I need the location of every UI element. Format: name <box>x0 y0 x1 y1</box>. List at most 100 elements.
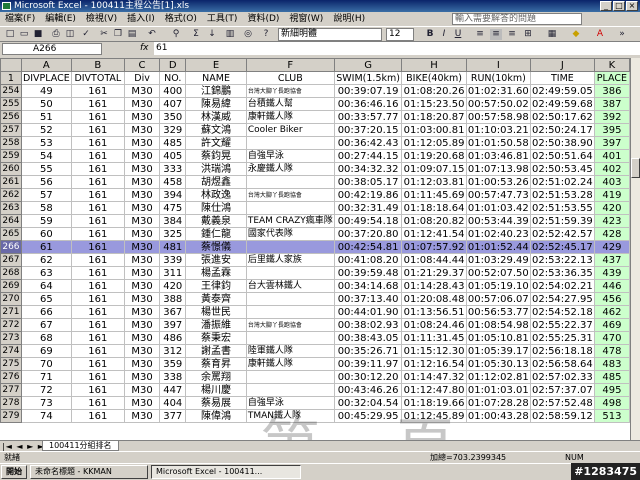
cell-place[interactable]: 401 <box>593 149 630 163</box>
cell-place[interactable]: 462 <box>593 305 630 319</box>
cell-div[interactable]: M30 <box>123 266 161 280</box>
cell-no[interactable]: 339 <box>159 253 187 267</box>
cell-club[interactable] <box>245 370 335 384</box>
cell-divtotal[interactable]: 161 <box>70 266 125 280</box>
cell-run[interactable]: 00:52:07.50 <box>465 266 531 280</box>
cell-time[interactable]: 02:50:53.45 <box>529 162 595 176</box>
cell-swim[interactable]: 00:49:54.18 <box>333 214 403 228</box>
cell-no[interactable]: 420 <box>159 279 187 293</box>
cell-divplace[interactable]: 60 <box>20 227 72 241</box>
cell-div[interactable]: M30 <box>123 227 161 241</box>
cell-place[interactable]: 485 <box>593 370 630 384</box>
cell-place[interactable]: 395 <box>593 123 630 137</box>
cut-icon[interactable]: ✂ <box>98 29 110 40</box>
menu-help[interactable]: 說明(H) <box>328 12 370 26</box>
cell-div[interactable]: M30 <box>123 136 161 150</box>
cell-no[interactable]: 407 <box>159 97 187 111</box>
column-header-a[interactable]: A <box>20 58 72 72</box>
align-right-icon[interactable]: ≡ <box>506 29 518 40</box>
cell-time[interactable]: 02:51:53.55 <box>529 201 595 215</box>
cell-swim[interactable]: 00:43:46.26 <box>333 383 403 397</box>
row-header[interactable]: 256 <box>0 110 22 124</box>
row-header[interactable]: 275 <box>0 357 22 371</box>
cell-div[interactable]: M30 <box>123 305 161 319</box>
cell-no[interactable]: 311 <box>159 266 187 280</box>
task-excel[interactable]: Microsoft Excel - 100411... <box>151 465 301 479</box>
cell-place[interactable]: 429 <box>593 240 630 254</box>
cell-swim[interactable]: 00:34:32.32 <box>333 162 403 176</box>
row-header[interactable]: 1 <box>0 71 22 85</box>
cell-name[interactable]: 楊世民 <box>185 305 247 319</box>
cell-divtotal[interactable]: 161 <box>70 149 125 163</box>
merge-center-icon[interactable]: ⊞ <box>522 29 534 40</box>
cell-run[interactable]: 01:10:03.21 <box>465 123 531 137</box>
fill-color-icon[interactable]: ◆ <box>570 29 582 40</box>
cell-time[interactable]: 02:52:42.57 <box>529 227 595 241</box>
font-color-icon[interactable]: A <box>594 29 606 40</box>
column-header-j[interactable]: J <box>529 58 595 72</box>
cell-time[interactable]: 02:54:52.18 <box>529 305 595 319</box>
cell-no[interactable]: 367 <box>159 305 187 319</box>
header-cell-bike[interactable]: BIKE(40km) <box>401 71 467 85</box>
cell-divplace[interactable]: 62 <box>20 253 72 267</box>
cell-bike[interactable]: 01:19:20.68 <box>401 149 467 163</box>
cell-no[interactable]: 384 <box>159 214 187 228</box>
cell-div[interactable]: M30 <box>123 97 161 111</box>
cell-run[interactable]: 00:57:06.07 <box>465 292 531 306</box>
cell-bike[interactable]: 01:14:47.32 <box>401 370 467 384</box>
cell-club[interactable]: 康軒鐵人隊 <box>245 110 335 124</box>
cell-place[interactable]: 439 <box>593 266 630 280</box>
cell-time[interactable]: 02:58:59.12 <box>529 409 595 423</box>
cell-divtotal[interactable]: 161 <box>70 123 125 137</box>
cell-divplace[interactable]: 52 <box>20 123 72 137</box>
chart-icon[interactable]: ▥ <box>224 29 236 40</box>
cell-time[interactable]: 02:50:38.90 <box>529 136 595 150</box>
cell-run[interactable]: 01:03:29.49 <box>465 253 531 267</box>
row-header[interactable]: 273 <box>0 331 22 345</box>
cell-div[interactable]: M30 <box>123 175 161 189</box>
cell-time[interactable]: 02:52:45.17 <box>529 240 595 254</box>
cell-bike[interactable]: 01:08:20.82 <box>401 214 467 228</box>
cell-club[interactable] <box>245 292 335 306</box>
cell-club[interactable] <box>245 201 335 215</box>
cell-div[interactable]: M30 <box>123 149 161 163</box>
cell-run[interactable]: 01:01:52.44 <box>465 240 531 254</box>
cell-no[interactable]: 329 <box>159 123 187 137</box>
cell-divtotal[interactable]: 161 <box>70 175 125 189</box>
cell-div[interactable]: M30 <box>123 123 161 137</box>
cell-div[interactable]: M30 <box>123 357 161 371</box>
cell-div[interactable]: M30 <box>123 318 161 332</box>
menu-file[interactable]: 檔案(F) <box>0 12 40 26</box>
cell-divtotal[interactable]: 161 <box>70 214 125 228</box>
cell-run[interactable]: 00:57:58.98 <box>465 110 531 124</box>
cell-divplace[interactable]: 49 <box>20 84 72 98</box>
cell-club[interactable]: 康軒鐵人隊 <box>245 357 335 371</box>
cell-bike[interactable]: 01:07:57.92 <box>401 240 467 254</box>
cell-club[interactable] <box>245 266 335 280</box>
cell-no[interactable]: 485 <box>159 136 187 150</box>
cell-time[interactable]: 02:53:22.13 <box>529 253 595 267</box>
cell-time[interactable]: 02:53:36.35 <box>529 266 595 280</box>
cell-swim[interactable]: 00:37:20.80 <box>333 227 403 241</box>
cell-run[interactable]: 01:05:39.17 <box>465 344 531 358</box>
cell-place[interactable]: 456 <box>593 292 630 306</box>
cell-swim[interactable]: 00:33:57.77 <box>333 110 403 124</box>
cell-name[interactable]: 余罵翔 <box>185 370 247 384</box>
cell-run[interactable]: 00:57:50.02 <box>465 97 531 111</box>
cell-run[interactable]: 01:03:46.81 <box>465 149 531 163</box>
menu-insert[interactable]: 插入(I) <box>122 12 160 26</box>
cell-divplace[interactable]: 63 <box>20 266 72 280</box>
cell-name[interactable]: 楊川慶 <box>185 383 247 397</box>
header-cell-div[interactable]: Div <box>123 71 161 85</box>
cell-name[interactable]: 洪瑞鴻 <box>185 162 247 176</box>
cell-place[interactable]: 387 <box>593 97 630 111</box>
cell-club[interactable]: 自強早泳 <box>245 149 335 163</box>
column-header-c[interactable]: C <box>123 58 161 72</box>
cell-div[interactable]: M30 <box>123 409 161 423</box>
cell-run[interactable]: 01:01:50.58 <box>465 136 531 150</box>
cell-divplace[interactable]: 66 <box>20 305 72 319</box>
cell-divtotal[interactable]: 161 <box>70 409 125 423</box>
cell-place[interactable]: 402 <box>593 162 630 176</box>
cell-divtotal[interactable]: 161 <box>70 318 125 332</box>
hyperlink-icon[interactable]: ⚲ <box>170 29 182 40</box>
